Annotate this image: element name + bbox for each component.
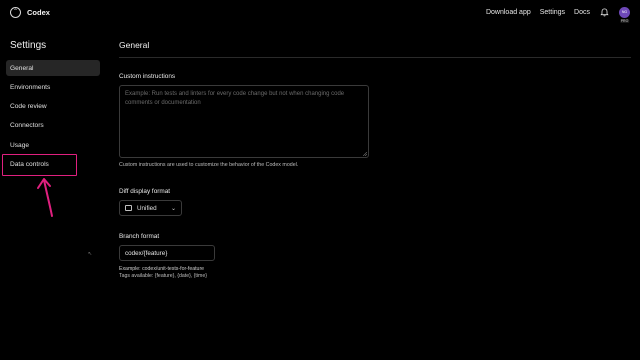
custom-instructions-help: Custom instructions are used to customiz… (119, 162, 299, 168)
sidebar-item-environments[interactable]: Environments (6, 79, 100, 95)
top-bar: ⌃ Codex Download app Settings Docs NG PR… (0, 0, 640, 24)
top-nav: Download app Settings Docs NG PRO (486, 6, 630, 23)
codex-logo-icon[interactable]: ⌃ (10, 6, 21, 18)
branch-format-input[interactable]: codex/{feature} (119, 245, 215, 261)
branch-format-tags: Tags available: {feature}, {date}, {time… (119, 273, 207, 279)
diff-display-label: Diff display format (119, 188, 171, 195)
mouse-cursor-icon: ↖ (88, 251, 93, 257)
main-content: General Custom instructions Example: Run… (119, 40, 631, 279)
app-title[interactable]: Codex (27, 8, 50, 17)
avatar-initials: NG (621, 10, 628, 14)
settings-title: Settings (10, 40, 47, 51)
branch-format-example: Example: codex/unit-tests-for-feature (119, 266, 205, 272)
custom-instructions-textarea[interactable]: Example: Run tests and linters for every… (119, 85, 369, 158)
diff-display-dropdown[interactable]: Unified ⌄ (119, 200, 182, 216)
sidebar-item-general[interactable]: General (6, 60, 100, 76)
page-title: General (119, 40, 631, 58)
branch-format-value: codex/{feature} (125, 249, 168, 257)
sidebar-item-usage[interactable]: Usage (6, 137, 100, 153)
diff-display-value: Unified (137, 204, 157, 212)
sidebar-item-code-review[interactable]: Code review (6, 99, 100, 115)
bell-icon[interactable] (600, 7, 609, 17)
diff-format-icon (125, 205, 132, 211)
chevron-down-icon: ⌄ (170, 205, 176, 212)
avatar[interactable]: NG PRO (619, 6, 630, 23)
pro-badge: PRO (619, 18, 630, 23)
custom-instructions-label: Custom instructions (119, 73, 176, 80)
docs-link[interactable]: Docs (574, 9, 590, 16)
download-app-link[interactable]: Download app (486, 9, 531, 16)
sidebar-item-connectors[interactable]: Connectors (6, 118, 100, 134)
annotation-highlight-box (2, 154, 77, 176)
resize-grip-icon[interactable] (363, 152, 367, 156)
branch-format-label: Branch format (119, 233, 160, 240)
custom-instructions-placeholder: Example: Run tests and linters for every… (125, 91, 345, 106)
settings-link[interactable]: Settings (540, 9, 565, 16)
annotation-arrow-icon (37, 178, 53, 217)
